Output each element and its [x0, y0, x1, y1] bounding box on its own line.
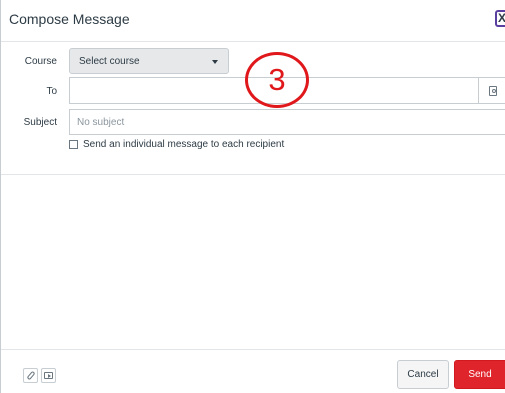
paperclip-icon	[26, 370, 36, 381]
subject-placeholder: No subject	[77, 117, 125, 128]
step-annotation-circle: 3	[245, 52, 309, 108]
close-icon: X	[498, 12, 505, 25]
attach-file-button[interactable]	[23, 368, 38, 383]
course-select-value: Select course	[79, 56, 140, 67]
course-select[interactable]: Select course	[69, 48, 229, 74]
subject-input[interactable]: No subject	[69, 109, 505, 135]
individual-message-checkbox[interactable]	[69, 140, 78, 149]
cancel-button[interactable]: Cancel	[397, 360, 449, 389]
dialog-header: Compose Message X	[1, 0, 505, 42]
dialog-title: Compose Message	[9, 11, 130, 27]
individual-message-label: Send an individual message to each recip…	[83, 139, 285, 150]
compose-message-dialog: Compose Message X Course Select course T…	[0, 0, 505, 393]
play-icon	[48, 374, 51, 378]
record-media-button[interactable]	[41, 368, 56, 383]
dialog-footer: Cancel Send	[1, 349, 505, 393]
address-book-button[interactable]	[478, 77, 505, 104]
course-label: Course	[24, 56, 57, 67]
address-book-icon	[489, 86, 497, 96]
send-button[interactable]: Send	[454, 360, 505, 389]
body-divider	[1, 174, 505, 175]
caret-down-icon	[212, 60, 218, 64]
subject-label: Subject	[23, 117, 57, 128]
to-label: To	[46, 86, 57, 97]
close-button[interactable]: X	[495, 10, 505, 27]
